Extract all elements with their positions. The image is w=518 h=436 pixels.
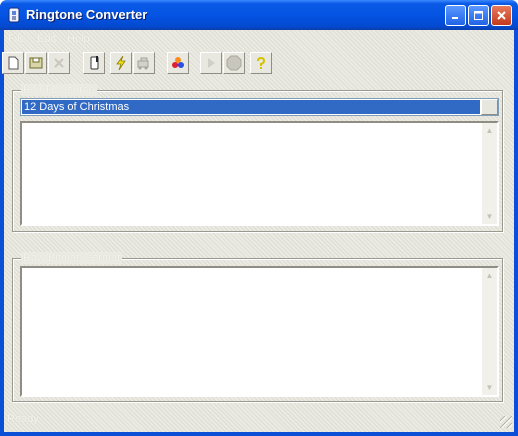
raw-bitmap-group: Raw Bitmap Format ▲ ▼: [12, 252, 503, 402]
raw-bitmap-label: Raw Bitmap Format: [21, 252, 123, 264]
menu-edit[interactable]: Edit: [37, 33, 56, 45]
minimize-button[interactable]: [445, 5, 466, 26]
send-button[interactable]: [133, 52, 155, 74]
title-bar[interactable]: Ringtone Converter: [0, 0, 518, 30]
minimize-icon: [452, 17, 458, 19]
maximize-icon: [474, 11, 483, 20]
scroll-up-icon[interactable]: ▲: [482, 123, 497, 138]
menu-help[interactable]: Help: [67, 33, 90, 45]
selected-song: 12 Days of Christmas: [22, 100, 480, 114]
color-palette-icon: [172, 57, 184, 68]
rtttl-source-text[interactable]: ▲ ▼: [20, 121, 499, 226]
help-question-icon: [257, 56, 266, 69]
play-button[interactable]: [200, 52, 222, 74]
delete-x-icon: [54, 58, 64, 68]
resize-grip-icon[interactable]: [500, 416, 512, 428]
song-select[interactable]: 12 Days of Christmas: [20, 98, 499, 116]
stop-icon: [226, 55, 242, 71]
phone-button[interactable]: [83, 52, 105, 74]
scroll-down-icon[interactable]: ▼: [482, 380, 497, 395]
client-area: File Edit Help RTTTL Source 12 Days of C…: [2, 30, 514, 432]
menu-bar: File Edit Help: [4, 30, 514, 48]
toolbar: [2, 51, 514, 77]
convert-button[interactable]: [110, 52, 132, 74]
menu-file[interactable]: File: [8, 33, 26, 45]
transfer-device-icon: [137, 57, 149, 70]
app-window: Ringtone Converter File Edit Help RTTTL …: [0, 0, 518, 436]
status-text: Ready: [7, 413, 39, 425]
scroll-up-icon[interactable]: ▲: [482, 268, 497, 283]
window-title: Ringtone Converter: [26, 7, 148, 22]
save-button[interactable]: [25, 52, 47, 74]
rtttl-source-group: RTTTL Source 12 Days of Christmas ▲ ▼: [12, 84, 503, 232]
raw-bitmap-scrollbar[interactable]: ▲ ▼: [482, 268, 497, 395]
maximize-button[interactable]: [468, 5, 489, 26]
rtttl-source-scrollbar[interactable]: ▲ ▼: [482, 123, 497, 224]
phone-icon: [90, 56, 99, 70]
rtttl-source-label: RTTTL Source: [21, 84, 97, 96]
new-button[interactable]: [2, 52, 24, 74]
close-icon: [497, 11, 506, 20]
stop-button[interactable]: [223, 52, 245, 74]
new-file-icon: [8, 56, 19, 70]
delete-button[interactable]: [48, 52, 70, 74]
raw-bitmap-text[interactable]: ▲ ▼: [20, 266, 499, 397]
song-select-dropdown-button[interactable]: [481, 99, 498, 115]
help-button[interactable]: [250, 52, 272, 74]
save-disk-icon: [29, 57, 43, 69]
color-button[interactable]: [167, 52, 189, 74]
scroll-down-icon[interactable]: ▼: [482, 209, 497, 224]
close-button[interactable]: [491, 5, 512, 26]
app-icon: [8, 7, 20, 23]
status-bar: Ready: [4, 408, 514, 430]
lightning-icon: [116, 56, 126, 70]
play-icon: [208, 58, 215, 68]
